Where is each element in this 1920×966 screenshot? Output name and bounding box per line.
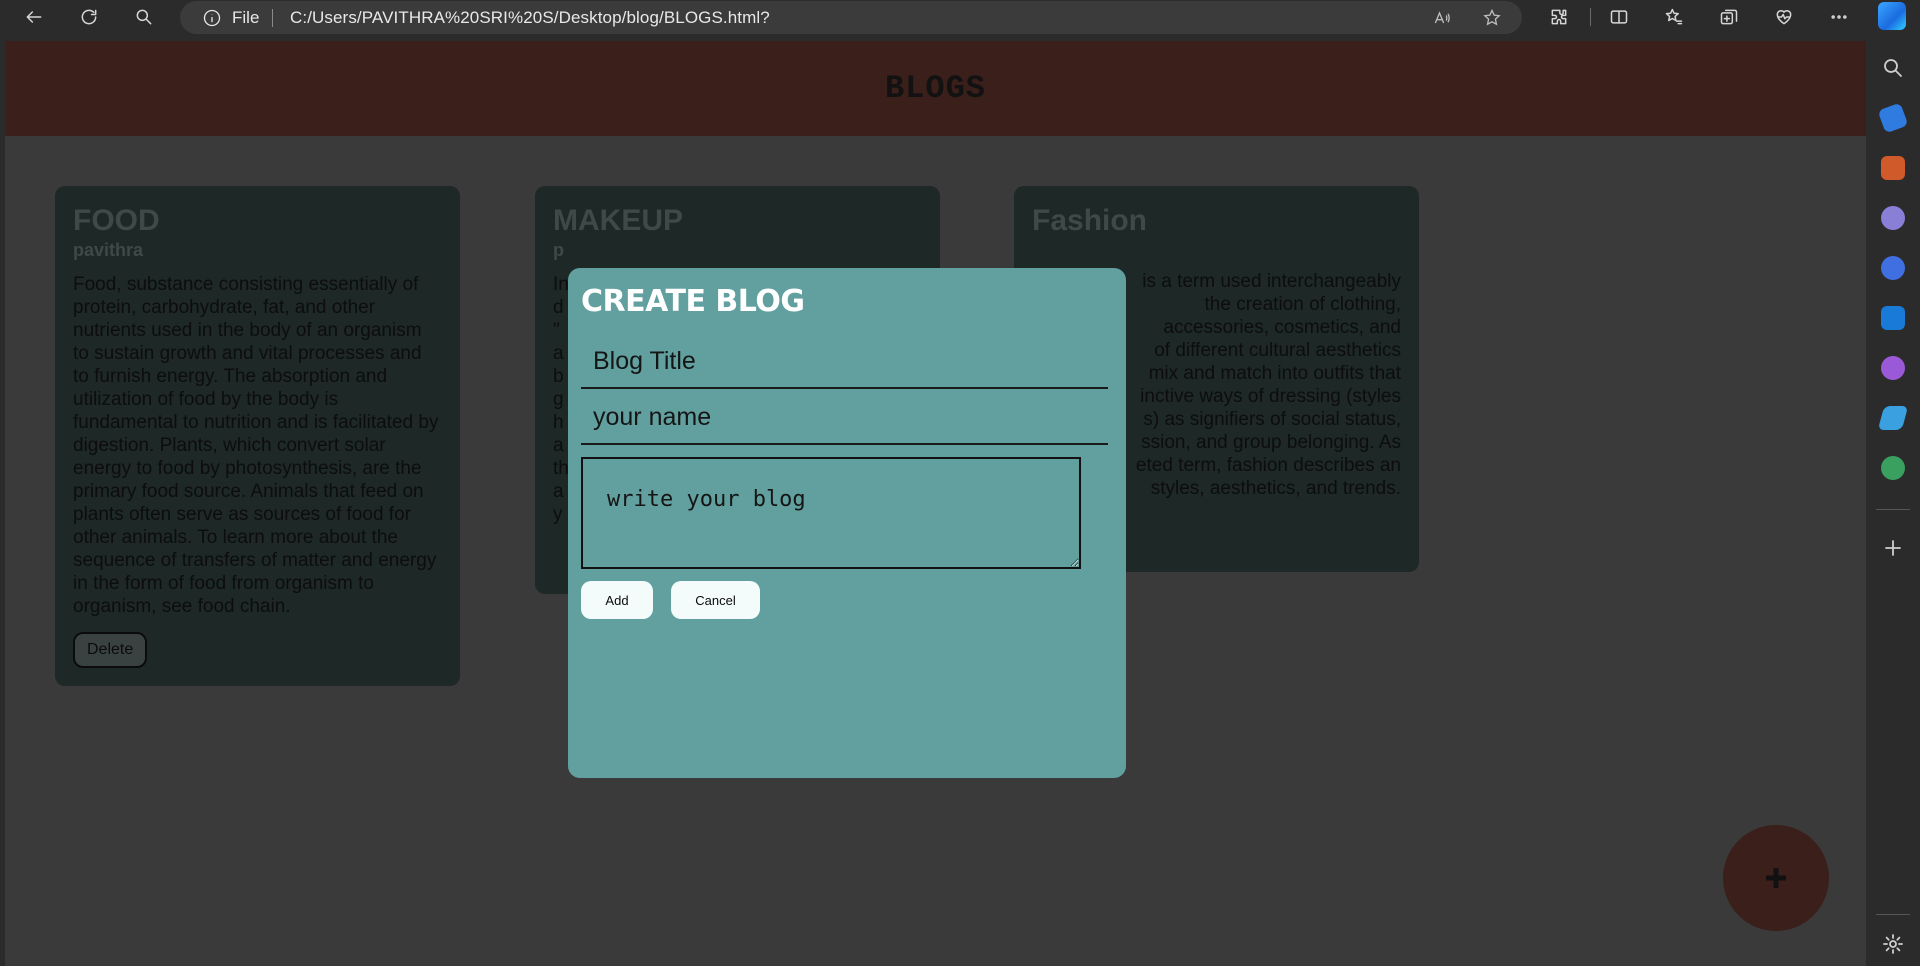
create-blog-modal: CREATE BLOG Add Cancel	[568, 268, 1126, 778]
extensions-icon[interactable]	[1546, 4, 1572, 30]
shopping-tag-icon[interactable]	[1877, 102, 1909, 134]
card-author: pavithra	[73, 240, 144, 260]
page-header: BLOGS	[5, 41, 1866, 136]
author-name-input[interactable]	[581, 391, 1108, 445]
address-file-label: File	[232, 8, 260, 27]
address-url[interactable]: C:/Users/PAVITHRA%20SRI%20S/Desktop/blog…	[290, 8, 770, 28]
send-icon[interactable]	[1877, 406, 1909, 430]
copilot-sidebar-icon[interactable]	[1881, 256, 1905, 280]
card-title: MAKEUP	[553, 204, 684, 237]
tools-briefcase-icon[interactable]	[1881, 156, 1905, 180]
browser-sidebar	[1866, 34, 1920, 966]
page-viewport: BLOGS FOOD pavithra Food, substance cons…	[5, 41, 1866, 966]
outlook-icon[interactable]	[1881, 306, 1905, 330]
settings-gear-icon[interactable]	[1881, 932, 1905, 956]
address-bar[interactable]: File C:/Users/PAVITHRA%20SRI%20S/Desktop…	[180, 1, 1522, 34]
add-button[interactable]: Add	[581, 581, 653, 619]
card-title: Fashion	[1032, 204, 1148, 237]
add-sidebar-icon[interactable]	[1881, 536, 1905, 560]
games-icon[interactable]	[1881, 206, 1905, 230]
card-body: Food, substance consisting essentially o…	[73, 274, 439, 617]
search-icon[interactable]	[131, 4, 157, 30]
browser-essentials-icon[interactable]	[1771, 4, 1797, 30]
tree-icon[interactable]	[1881, 456, 1905, 480]
add-blog-fab[interactable]	[1723, 825, 1829, 931]
designer-icon[interactable]	[1881, 356, 1905, 380]
cancel-button[interactable]: Cancel	[671, 581, 760, 619]
plus-icon	[1766, 868, 1786, 888]
toolbar-divider	[1590, 8, 1591, 26]
sidebar-search-icon[interactable]	[1881, 56, 1905, 80]
back-arrow-icon[interactable]	[21, 4, 47, 30]
read-aloud-icon[interactable]	[1430, 6, 1454, 30]
info-icon[interactable]	[202, 8, 222, 28]
split-screen-icon[interactable]	[1606, 4, 1632, 30]
card-title: FOOD	[73, 204, 160, 237]
sidebar-divider-bottom	[1876, 914, 1910, 915]
address-separator	[272, 9, 273, 27]
page-title: BLOGS	[884, 70, 986, 107]
delete-button[interactable]: Delete	[73, 632, 148, 668]
modal-title: CREATE BLOG	[581, 284, 805, 319]
more-menu-icon[interactable]	[1826, 4, 1852, 30]
blog-title-input[interactable]	[581, 335, 1108, 389]
browser-toolbar: File C:/Users/PAVITHRA%20SRI%20S/Desktop…	[0, 0, 1920, 34]
blog-content-textarea[interactable]	[581, 457, 1081, 569]
blog-card: FOOD pavithra Food, substance consisting…	[55, 186, 460, 686]
refresh-icon[interactable]	[76, 4, 102, 30]
favorite-star-icon[interactable]	[1480, 6, 1504, 30]
card-author: p	[553, 240, 564, 260]
sidebar-divider	[1876, 509, 1910, 510]
copilot-icon[interactable]	[1878, 2, 1906, 30]
collections-icon[interactable]	[1716, 4, 1742, 30]
favorites-icon[interactable]	[1661, 4, 1687, 30]
